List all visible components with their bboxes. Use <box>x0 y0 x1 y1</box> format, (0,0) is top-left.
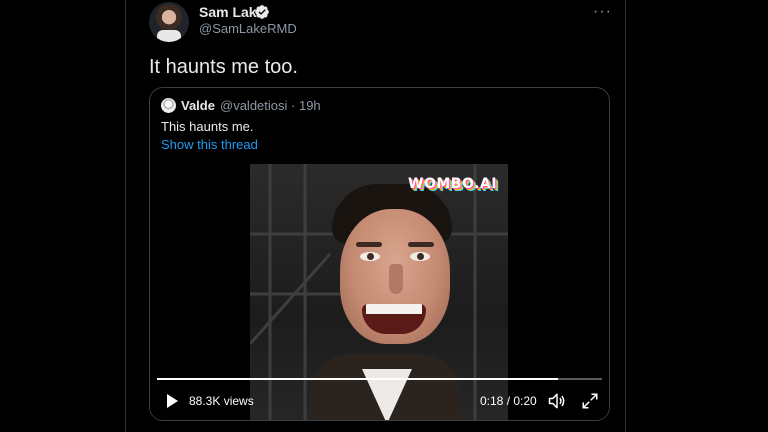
nose <box>389 264 403 294</box>
tweet-text: It haunts me too. <box>149 56 298 78</box>
wombo-watermark: WOMBO.AI <box>408 176 497 192</box>
video-progress-fill <box>157 378 558 380</box>
volume-icon[interactable] <box>547 391 567 411</box>
view-count: 88.3K views <box>189 394 254 408</box>
timeline-divider-left <box>125 0 126 432</box>
quoted-author-name[interactable]: Valde <box>181 98 215 113</box>
video-frame[interactable]: WOMBO.AI <box>250 164 508 420</box>
left-brow <box>356 242 382 247</box>
play-icon[interactable] <box>164 393 180 409</box>
show-thread-link[interactable]: Show this thread <box>161 137 258 152</box>
left-eye <box>360 252 380 261</box>
more-options-icon[interactable]: ··· <box>593 3 612 21</box>
quoted-author-handle-time: @valdetiosi · 19h <box>220 98 321 113</box>
video-time: 0:18 / 0:20 <box>480 394 537 408</box>
timeline-divider-right <box>625 0 626 432</box>
quoted-time[interactable]: · 19h <box>291 98 321 113</box>
tweet-container: Sam Lake @SamLakeRMD ··· It haunts me to… <box>0 0 768 432</box>
author-avatar[interactable] <box>149 2 189 42</box>
verified-badge-icon <box>255 5 269 19</box>
quoted-author-avatar[interactable] <box>161 98 176 113</box>
video-player[interactable]: WOMBO.AI 88.3K views 0:18 / 0:20 <box>150 164 609 420</box>
video-progress-bar[interactable] <box>157 378 602 380</box>
author-handle[interactable]: @SamLakeRMD <box>199 21 297 36</box>
fullscreen-icon[interactable] <box>581 392 599 410</box>
right-eye <box>410 252 430 261</box>
quoted-text: This haunts me. <box>161 119 254 134</box>
right-brow <box>408 242 434 247</box>
quoted-tweet[interactable]: Valde @valdetiosi · 19h This haunts me. … <box>149 87 610 421</box>
quoted-author-handle[interactable]: @valdetiosi <box>220 98 287 113</box>
